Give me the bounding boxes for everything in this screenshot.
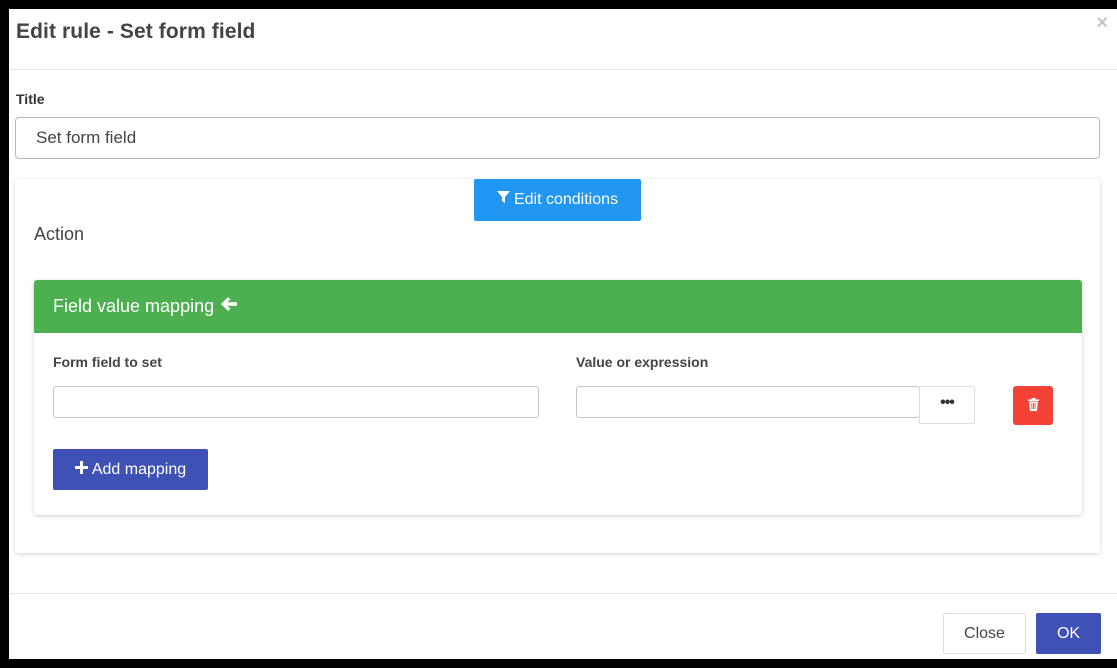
- rule-panel: Edit conditions Action Field value mappi…: [15, 179, 1100, 553]
- value-column-label: Value or expression: [576, 354, 709, 370]
- title-label: Title: [16, 91, 45, 107]
- action-label: Action: [34, 224, 85, 244]
- mapping-header: Field value mapping: [34, 280, 1082, 333]
- form-field-column-label: Form field to set: [53, 354, 162, 370]
- arrow-left-icon: [220, 296, 238, 317]
- add-mapping-label: Add mapping: [91, 460, 187, 478]
- edit-conditions-button[interactable]: Edit conditions: [474, 179, 641, 221]
- form-field-input[interactable]: [53, 386, 539, 418]
- edit-conditions-label: Edit conditions: [513, 191, 619, 208]
- trash-icon: [1027, 397, 1039, 414]
- filter-icon: [496, 191, 510, 209]
- value-expression-input[interactable]: [576, 386, 920, 418]
- ok-button[interactable]: OK: [1036, 613, 1101, 654]
- edit-rule-dialog: Edit rule - Set form field × Title Edit …: [9, 9, 1117, 659]
- title-input[interactable]: [15, 117, 1100, 159]
- mapping-header-title: Field value mapping: [53, 296, 215, 316]
- close-button[interactable]: Close: [943, 613, 1026, 654]
- expression-builder-button[interactable]: •••: [919, 386, 975, 424]
- plus-icon: [74, 460, 88, 479]
- dialog-title: Edit rule - Set form field: [16, 20, 256, 43]
- close-icon[interactable]: ×: [1096, 13, 1108, 33]
- footer-divider: [9, 593, 1117, 594]
- field-value-mapping-card: Field value mapping Form field to set Va…: [34, 280, 1082, 515]
- delete-mapping-button[interactable]: [1013, 386, 1053, 425]
- add-mapping-button[interactable]: Add mapping: [53, 449, 208, 490]
- dialog-header: Edit rule - Set form field ×: [9, 9, 1117, 70]
